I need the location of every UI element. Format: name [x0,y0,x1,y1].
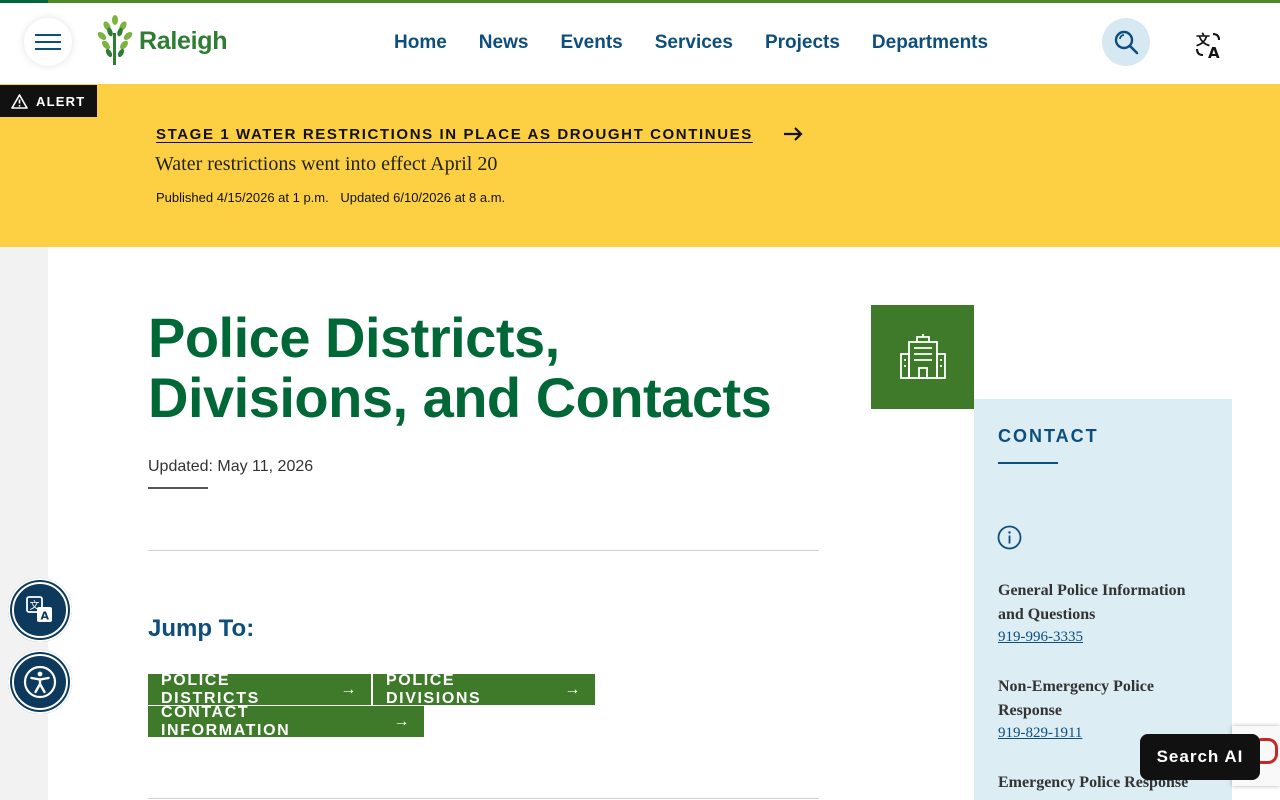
warning-icon [11,93,28,109]
alert-tag: ALERT [0,85,97,117]
translate-button[interactable]: 文 A [1190,25,1230,65]
jump-to-label: Jump To: [148,615,255,642]
accessibility-button[interactable] [8,650,72,714]
translate-widget-button[interactable]: 文 A [8,578,72,642]
jump-police-districts-button[interactable]: POLICE DISTRICTS → [148,671,371,707]
translate-icon: 文 A [1196,32,1220,59]
jump-police-divisions-button[interactable]: POLICE DIVISIONS → [373,671,595,707]
alert-published: Published 4/15/2026 at 1 p.m. [156,190,329,205]
accessibility-ring [12,654,68,710]
translate-widget-ring: 文 A [12,582,68,638]
language-icon: 文 A [26,596,52,623]
jump-contact-information-button[interactable]: CONTACT INFORMATION → [148,703,424,739]
nav-departments[interactable]: Departments [856,32,1004,54]
arrow-right-icon: → [564,680,582,698]
main-nav: Home News Events Services Projects Depar… [378,3,1004,83]
contact-label-non-emergency: Non-Emergency Police Response [998,678,1154,719]
alert-headline-link[interactable]: STAGE 1 WATER RESTRICTIONS IN PLACE AS D… [156,126,753,143]
alert-tag-label: ALERT [36,93,86,109]
nav-events[interactable]: Events [544,32,638,54]
contact-heading: CONTACT [998,426,1099,446]
nav-home[interactable]: Home [378,32,463,54]
site-header: Raleigh Home News Events Services Projec… [0,3,1280,85]
alert-arrow-link[interactable] [782,124,804,149]
alert-meta: Published 4/15/2026 at 1 p.m. Updated 6/… [156,190,513,205]
contact-label-general: General Police Information and Questions [998,582,1186,623]
building-icon-box [871,305,974,409]
oak-tree-icon [97,15,133,65]
raleigh-logo[interactable]: Raleigh [95,15,228,67]
updated-date: Updated: May 11, 2026 [148,458,314,475]
alert-subtitle: Water restrictions went into effect Apri… [155,153,498,175]
hamburger-icon [35,34,61,50]
page-title-line-2: Divisions, and Contacts [148,366,772,429]
svg-text:A: A [1208,44,1220,59]
svg-text:A: A [41,610,50,623]
page-title: Police Districts, Divisions, and Contact… [148,308,828,428]
hamburger-menu-button[interactable] [24,18,72,66]
contact-phone-non-emergency[interactable]: 919-829-1911 [998,725,1082,742]
info-circle-icon [997,525,1022,550]
jump-police-districts-label: POLICE DISTRICTS [161,671,260,707]
jump-contact-information-label: CONTACT INFORMATION [161,703,291,739]
nav-projects[interactable]: Projects [749,32,856,54]
updated-underline [148,487,208,489]
contact-heading-underline [998,462,1058,464]
contact-phone-general[interactable]: 919-996-3335 [998,629,1083,646]
alert-updated: Updated 6/10/2026 at 8 a.m. [340,190,506,205]
logo-text: Raleigh [139,26,228,55]
building-icon [899,334,946,379]
divider [148,798,819,799]
search-icon [1114,30,1139,55]
accessibility-icon [23,665,57,699]
search-button[interactable] [1102,18,1150,66]
jump-police-divisions-label: POLICE DIVISIONS [386,671,482,707]
nav-news[interactable]: News [463,32,545,54]
page-title-line-1: Police Districts, [148,306,560,369]
nav-services[interactable]: Services [639,32,749,54]
left-rail [0,247,48,800]
search-ai-button[interactable]: Search AI [1140,734,1260,780]
arrow-right-icon: → [393,712,411,730]
arrow-right-icon: → [340,680,358,698]
arrow-right-icon [784,127,803,141]
divider [148,550,819,551]
info-icon [997,525,1022,555]
